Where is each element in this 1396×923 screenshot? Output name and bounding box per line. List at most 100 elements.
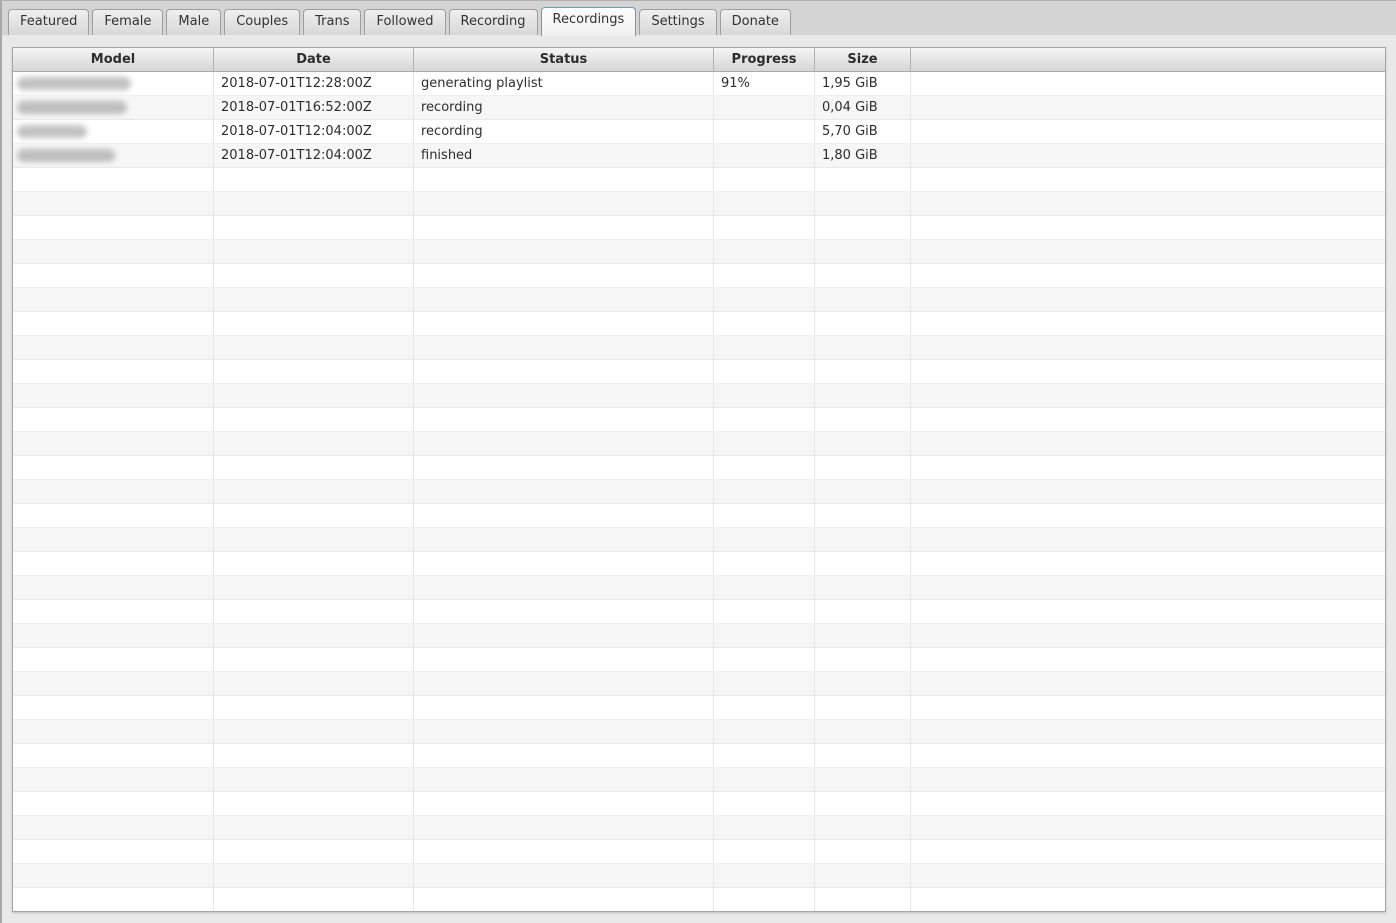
table-row-empty[interactable] bbox=[13, 384, 1385, 408]
cell-size bbox=[815, 600, 911, 623]
table-row-empty[interactable] bbox=[13, 240, 1385, 264]
column-header-spacer[interactable] bbox=[911, 48, 1385, 72]
cell-progress bbox=[714, 624, 815, 647]
cell-model bbox=[13, 216, 214, 239]
table-row[interactable]: 2018-07-01T12:04:00Z recording 5,70 GiB bbox=[13, 120, 1385, 144]
column-header-progress[interactable]: Progress bbox=[714, 48, 815, 72]
tab-donate[interactable]: Donate bbox=[719, 9, 791, 36]
cell-model bbox=[13, 528, 214, 551]
table-row-empty[interactable] bbox=[13, 504, 1385, 528]
cell-progress bbox=[714, 120, 815, 143]
table-row[interactable]: 2018-07-01T12:04:00Z finished 1,80 GiB bbox=[13, 144, 1385, 168]
cell-progress bbox=[714, 864, 815, 887]
tab-settings[interactable]: Settings bbox=[639, 9, 717, 36]
cell-spacer bbox=[911, 72, 1385, 95]
cell-date bbox=[214, 336, 414, 359]
cell-size bbox=[815, 312, 911, 335]
tab-bar: Featured Female Male Couples Trans Followed Re… bbox=[2, 1, 1396, 36]
cell-spacer bbox=[911, 576, 1385, 599]
table-row-empty[interactable] bbox=[13, 480, 1385, 504]
table-row-empty[interactable] bbox=[13, 792, 1385, 816]
cell-date bbox=[214, 888, 414, 911]
app-window: Featured Female Male Couples Trans Followed Re… bbox=[0, 0, 1396, 923]
table-row-empty[interactable] bbox=[13, 312, 1385, 336]
cell-status bbox=[414, 816, 714, 839]
table-row-empty[interactable] bbox=[13, 888, 1385, 911]
cell-status bbox=[414, 600, 714, 623]
cell-spacer bbox=[911, 264, 1385, 287]
table-row-empty[interactable] bbox=[13, 528, 1385, 552]
table-row-empty[interactable] bbox=[13, 288, 1385, 312]
table-row-empty[interactable] bbox=[13, 192, 1385, 216]
cell-progress bbox=[714, 360, 815, 383]
cell-spacer bbox=[911, 792, 1385, 815]
cell-spacer bbox=[911, 96, 1385, 119]
cell-date bbox=[214, 408, 414, 431]
cell-status bbox=[414, 552, 714, 575]
table-row-empty[interactable] bbox=[13, 168, 1385, 192]
cell-size bbox=[815, 504, 911, 527]
tab-recording[interactable]: Recording bbox=[448, 9, 538, 36]
table-row-empty[interactable] bbox=[13, 648, 1385, 672]
cell-status bbox=[414, 576, 714, 599]
cell-progress bbox=[714, 480, 815, 503]
tab-male[interactable]: Male bbox=[166, 9, 222, 36]
cell-model bbox=[13, 192, 214, 215]
table-row[interactable]: 2018-07-01T12:28:00Z generating playlist 9… bbox=[13, 72, 1385, 96]
cell-size bbox=[815, 528, 911, 551]
table-row-empty[interactable] bbox=[13, 432, 1385, 456]
table-row-empty[interactable] bbox=[13, 360, 1385, 384]
tab-featured[interactable]: Featured bbox=[8, 9, 90, 36]
cell-status bbox=[414, 624, 714, 647]
cell-status bbox=[414, 672, 714, 695]
cell-spacer bbox=[911, 480, 1385, 503]
cell-model bbox=[13, 864, 214, 887]
tab-female[interactable]: Female bbox=[92, 9, 164, 36]
cell-spacer bbox=[911, 408, 1385, 431]
redacted-model-name bbox=[17, 125, 87, 138]
table-row-empty[interactable] bbox=[13, 576, 1385, 600]
cell-progress bbox=[714, 96, 815, 119]
cell-progress bbox=[714, 744, 815, 767]
table-row-empty[interactable] bbox=[13, 840, 1385, 864]
cell-spacer bbox=[911, 192, 1385, 215]
column-header-size[interactable]: Size bbox=[815, 48, 911, 72]
cell-model bbox=[13, 384, 214, 407]
tab-followed[interactable]: Followed bbox=[364, 9, 446, 36]
table-row-empty[interactable] bbox=[13, 864, 1385, 888]
column-header-model[interactable]: Model bbox=[13, 48, 214, 72]
cell-status bbox=[414, 864, 714, 887]
cell-model bbox=[13, 72, 214, 95]
table-row-empty[interactable] bbox=[13, 816, 1385, 840]
table-row-empty[interactable] bbox=[13, 456, 1385, 480]
table-row[interactable]: 2018-07-01T16:52:00Z recording 0,04 GiB bbox=[13, 96, 1385, 120]
column-header-status[interactable]: Status bbox=[414, 48, 714, 72]
table-row-empty[interactable] bbox=[13, 768, 1385, 792]
cell-model bbox=[13, 600, 214, 623]
cell-size bbox=[815, 792, 911, 815]
table-row-empty[interactable] bbox=[13, 216, 1385, 240]
table-row-empty[interactable] bbox=[13, 744, 1385, 768]
column-header-date[interactable]: Date bbox=[214, 48, 414, 72]
table-row-empty[interactable] bbox=[13, 600, 1385, 624]
cell-status bbox=[414, 336, 714, 359]
cell-model bbox=[13, 480, 214, 503]
cell-size bbox=[815, 552, 911, 575]
table-row-empty[interactable] bbox=[13, 624, 1385, 648]
table-row-empty[interactable] bbox=[13, 552, 1385, 576]
cell-model bbox=[13, 120, 214, 143]
table-row-empty[interactable] bbox=[13, 696, 1385, 720]
table-row-empty[interactable] bbox=[13, 720, 1385, 744]
cell-status bbox=[414, 264, 714, 287]
table-row-empty[interactable] bbox=[13, 408, 1385, 432]
table-row-empty[interactable] bbox=[13, 264, 1385, 288]
cell-model bbox=[13, 432, 214, 455]
tab-recordings[interactable]: Recordings bbox=[540, 7, 637, 36]
tab-trans[interactable]: Trans bbox=[303, 9, 362, 36]
tab-couples[interactable]: Couples bbox=[224, 9, 301, 36]
table-row-empty[interactable] bbox=[13, 336, 1385, 360]
cell-spacer bbox=[911, 336, 1385, 359]
cell-size bbox=[815, 480, 911, 503]
cell-spacer bbox=[911, 840, 1385, 863]
table-row-empty[interactable] bbox=[13, 672, 1385, 696]
